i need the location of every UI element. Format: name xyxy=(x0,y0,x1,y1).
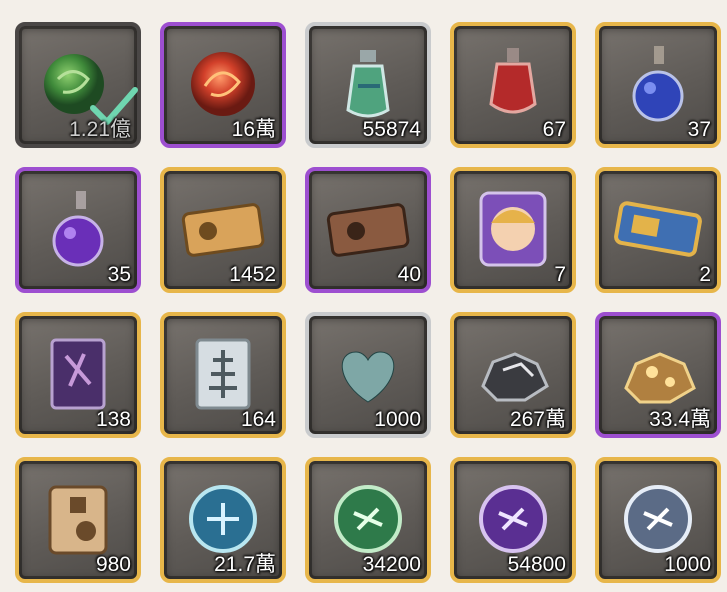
item-quantity: 33.4萬 xyxy=(649,408,711,431)
item-quantity: 1000 xyxy=(374,408,421,431)
item-quantity: 35 xyxy=(107,263,131,286)
inventory-slot-heart[interactable]: 1000 xyxy=(305,312,431,438)
inventory-slot-scroll-silver[interactable]: 164 xyxy=(160,312,286,438)
item-quantity: 1.21億 xyxy=(69,118,131,141)
inventory-slot-blue-ticket[interactable]: 2 xyxy=(595,167,721,293)
item-quantity: 1452 xyxy=(229,263,276,286)
item-quantity: 16萬 xyxy=(231,118,276,141)
inventory-slot-coin-silver[interactable]: 1000 xyxy=(595,457,721,583)
item-quantity: 1000 xyxy=(664,553,711,576)
item-quantity: 21.7萬 xyxy=(214,553,276,576)
inventory-grid: 1.21億 16萬 55874 67 37 35 1452 40 7 2 138… xyxy=(0,0,727,592)
inventory-slot-rune-tablet[interactable]: 980 xyxy=(15,457,141,583)
inventory-slot-coin-purple[interactable]: 54800 xyxy=(450,457,576,583)
inventory-slot-portrait-card[interactable]: 7 xyxy=(450,167,576,293)
blue-gold-ticket-icon xyxy=(607,179,709,279)
character-portrait-icon xyxy=(462,179,564,279)
item-quantity: 40 xyxy=(397,263,421,286)
inventory-slot-ore-dark[interactable]: 267萬 xyxy=(450,312,576,438)
inventory-slot-potion-blue[interactable]: 37 xyxy=(595,22,721,148)
inventory-slot-ticket-bronze[interactable]: 40 xyxy=(305,167,431,293)
item-quantity: 267萬 xyxy=(509,408,566,431)
inventory-slot-orb-fire[interactable]: 16萬 xyxy=(160,22,286,148)
inventory-slot-potion-purple[interactable]: 35 xyxy=(15,167,141,293)
item-quantity: 55874 xyxy=(362,118,421,141)
inventory-slot-potion-green[interactable]: 55874 xyxy=(305,22,431,148)
inventory-slot-ticket-gold[interactable]: 1452 xyxy=(160,167,286,293)
item-quantity: 138 xyxy=(95,408,131,431)
inventory-slot-orb-green[interactable]: 1.21億 xyxy=(15,22,141,148)
item-quantity: 980 xyxy=(95,553,131,576)
inventory-slot-scroll-purple[interactable]: 138 xyxy=(15,312,141,438)
inventory-slot-coin-green[interactable]: 34200 xyxy=(305,457,431,583)
item-quantity: 34200 xyxy=(362,553,421,576)
item-quantity: 164 xyxy=(240,408,276,431)
inventory-slot-ore-gold[interactable]: 33.4萬 xyxy=(595,312,721,438)
item-quantity: 2 xyxy=(699,263,711,286)
item-quantity: 7 xyxy=(554,263,566,286)
inventory-slot-coin-blue[interactable]: 21.7萬 xyxy=(160,457,286,583)
item-quantity: 54800 xyxy=(507,553,566,576)
item-quantity: 67 xyxy=(542,118,566,141)
inventory-slot-potion-red[interactable]: 67 xyxy=(450,22,576,148)
item-quantity: 37 xyxy=(687,118,711,141)
